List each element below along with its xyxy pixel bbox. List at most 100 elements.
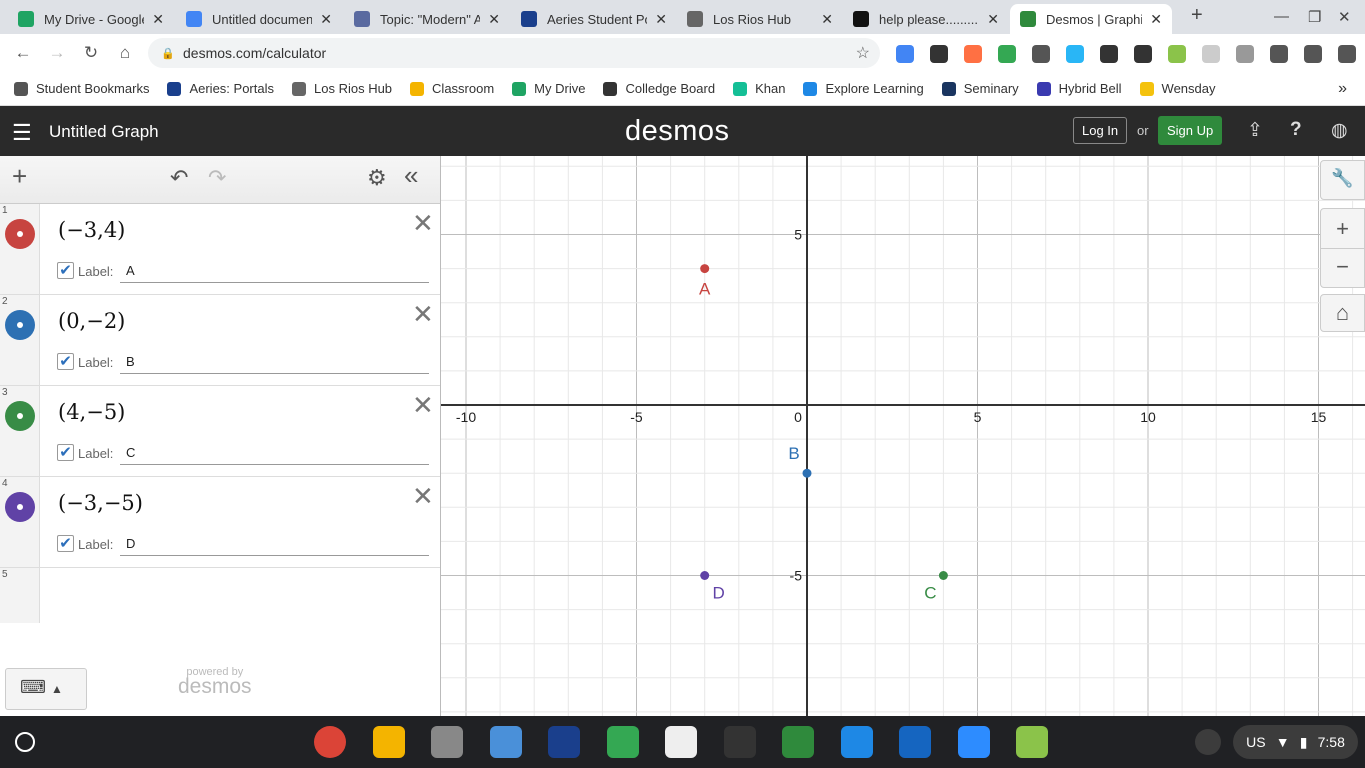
redo-icon[interactable]: ↷	[208, 165, 226, 191]
share-icon[interactable]: ⇪	[1247, 119, 1263, 142]
expression-item[interactable]: 1 (−3,4) ✕ ✔ Label: A	[0, 204, 440, 295]
minimize-button[interactable]: —	[1274, 8, 1289, 25]
bookmark[interactable]: Wensday	[1139, 81, 1216, 96]
bookmark[interactable]: My Drive	[512, 81, 585, 96]
new-tab-button[interactable]: +	[1191, 4, 1203, 27]
delete-expression-icon[interactable]: ✕	[412, 208, 434, 239]
graph-canvas[interactable]: -10 -5 0 5 10 15 5 -5 A B C D 🔧 + − ⌂	[441, 156, 1365, 716]
shelf-app-icon[interactable]	[1016, 726, 1048, 758]
expression-item[interactable]: 4 (−3,−5) ✕ ✔ Label: D	[0, 477, 440, 568]
close-tab-icon[interactable]: ✕	[320, 11, 332, 28]
label-checkbox[interactable]: ✔	[57, 444, 74, 461]
shelf-app-icon[interactable]	[548, 726, 580, 758]
tab[interactable]: help please......... ✕	[843, 4, 1009, 34]
shelf-app-icon[interactable]	[665, 726, 697, 758]
shelf-app-icon[interactable]	[782, 726, 814, 758]
bookmark[interactable]: Hybrid Bell	[1036, 81, 1122, 96]
close-tab-icon[interactable]: ✕	[655, 11, 667, 28]
bookmark[interactable]: Classroom	[410, 81, 494, 96]
reload-icon[interactable]: ↻	[74, 43, 108, 63]
delete-expression-icon[interactable]: ✕	[412, 481, 434, 512]
close-tab-icon[interactable]: ✕	[821, 11, 833, 28]
shelf-app-icon[interactable]	[372, 726, 405, 758]
extension-icon[interactable]	[1100, 45, 1118, 63]
home-icon[interactable]: ⌂	[108, 43, 142, 63]
zoom-in-button[interactable]: +	[1321, 209, 1364, 249]
zoom-out-button[interactable]: −	[1321, 249, 1364, 287]
system-tray[interactable]: US ▼ ▮ 7:58	[1233, 725, 1358, 759]
close-tab-icon[interactable]: ✕	[488, 11, 500, 28]
label-checkbox[interactable]: ✔	[57, 262, 74, 279]
keyboard-toggle-button[interactable]: ⌨ ▲	[5, 668, 87, 710]
tab[interactable]: Topic: "Modern" A ✕	[344, 4, 510, 34]
stylus-icon[interactable]	[1195, 729, 1221, 755]
shelf-app-icon[interactable]	[606, 726, 639, 758]
delete-expression-icon[interactable]: ✕	[412, 299, 434, 330]
forward-icon[interactable]: →	[40, 43, 74, 63]
expression-math[interactable]: (4,−5)	[58, 400, 125, 424]
extension-icon[interactable]	[1304, 45, 1322, 63]
shelf-app-icon[interactable]	[489, 726, 522, 758]
bookmark[interactable]: Student Bookmarks	[14, 81, 149, 96]
label-input[interactable]: A	[120, 259, 429, 283]
close-tab-icon[interactable]: ✕	[152, 11, 164, 28]
graph-settings-button[interactable]: 🔧	[1320, 160, 1365, 200]
expression-math[interactable]: (−3,−5)	[58, 491, 143, 515]
tab[interactable]: Aeries Student Po ✕	[511, 4, 677, 34]
shelf-app-icon[interactable]	[314, 726, 346, 758]
expression-math[interactable]: (0,−2)	[58, 309, 125, 333]
maximize-button[interactable]: ❐	[1308, 8, 1321, 26]
back-icon[interactable]: ←	[6, 43, 40, 63]
extension-icon[interactable]	[1202, 45, 1220, 63]
point-visibility-icon[interactable]	[5, 492, 35, 522]
collapse-panel-icon[interactable]: «	[404, 160, 418, 191]
address-bar[interactable]: 🔒 desmos.com/calculator ☆	[148, 38, 880, 68]
more-bookmarks-icon[interactable]: »	[1338, 80, 1347, 98]
label-checkbox[interactable]: ✔	[57, 535, 74, 552]
bookmark[interactable]: Khan	[733, 81, 785, 96]
bookmark[interactable]: Los Rios Hub	[292, 81, 392, 96]
default-zoom-button[interactable]: ⌂	[1320, 294, 1365, 332]
extension-icon[interactable]	[1134, 45, 1152, 63]
label-input[interactable]: B	[120, 350, 429, 374]
signup-button[interactable]: Sign Up	[1158, 116, 1223, 145]
extension-icon[interactable]	[1270, 45, 1288, 63]
extension-icon[interactable]	[1066, 45, 1084, 63]
close-tab-icon[interactable]: ✕	[987, 11, 999, 28]
graph-svg[interactable]: -10 -5 0 5 10 15 5 -5 A B C D	[441, 156, 1365, 716]
point-visibility-icon[interactable]	[5, 310, 35, 340]
close-tab-icon[interactable]: ✕	[1150, 11, 1162, 28]
undo-icon[interactable]: ↶	[170, 165, 188, 191]
tab[interactable]: Desmos | Graphin ✕	[1010, 4, 1172, 34]
shelf-app-icon[interactable]	[899, 726, 931, 758]
extension-icon[interactable]	[998, 45, 1016, 63]
extension-icon[interactable]	[896, 45, 914, 63]
empty-expression[interactable]: 5	[0, 568, 440, 623]
menu-icon[interactable]: ☰	[12, 120, 32, 146]
gear-icon[interactable]: ⚙	[367, 165, 387, 191]
extension-icon[interactable]	[930, 45, 948, 63]
shelf-app-icon[interactable]	[723, 726, 756, 758]
globe-icon[interactable]: ◍	[1331, 119, 1348, 142]
tab[interactable]: Los Rios Hub ✕	[677, 4, 843, 34]
shelf-app-icon[interactable]	[840, 726, 873, 758]
launcher-icon[interactable]	[15, 732, 35, 752]
extension-icon[interactable]	[964, 45, 982, 63]
close-window-button[interactable]: ✕	[1338, 8, 1351, 26]
point-visibility-icon[interactable]	[5, 219, 35, 249]
expression-item[interactable]: 3 (4,−5) ✕ ✔ Label: C	[0, 386, 440, 477]
add-expression-icon[interactable]: +	[12, 161, 27, 192]
bookmark[interactable]: Colledge Board	[603, 81, 715, 96]
tab[interactable]: My Drive - Google ✕	[8, 4, 174, 34]
tab[interactable]: Untitled documen ✕	[176, 4, 342, 34]
star-icon[interactable]: ☆	[856, 43, 870, 63]
label-checkbox[interactable]: ✔	[57, 353, 74, 370]
delete-expression-icon[interactable]: ✕	[412, 390, 434, 421]
graph-title[interactable]: Untitled Graph	[49, 122, 159, 142]
extension-icon[interactable]	[1168, 45, 1186, 63]
extension-icon[interactable]	[1338, 45, 1356, 63]
expression-math[interactable]: (−3,4)	[58, 218, 125, 242]
help-icon[interactable]: ?	[1290, 119, 1302, 141]
point-visibility-icon[interactable]	[5, 401, 35, 431]
bookmark[interactable]: Explore Learning	[803, 81, 924, 96]
